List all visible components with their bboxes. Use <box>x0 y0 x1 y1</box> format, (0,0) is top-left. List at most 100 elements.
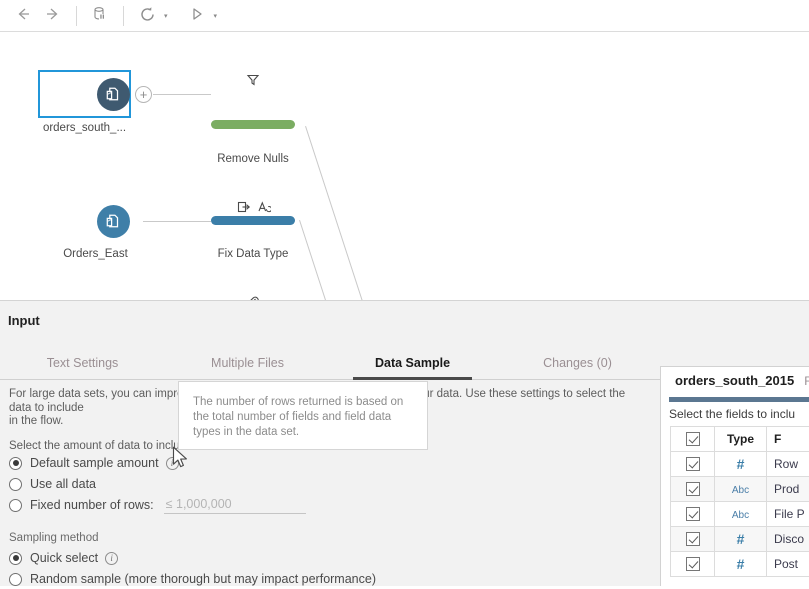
row-type-cell: # <box>715 452 767 477</box>
radio-default-sample-amount[interactable] <box>9 457 22 470</box>
field-panel-subtitle: Select the fields to inclu <box>669 407 795 421</box>
toolbar: ▾ ▾ <box>0 0 809 32</box>
row-checkbox[interactable] <box>686 532 700 546</box>
radio-row-use-all-data[interactable]: Use all data <box>9 475 650 494</box>
row-type-cell: Abc <box>715 477 767 502</box>
flow-connector-2 <box>143 221 211 222</box>
add-step-button[interactable]: + <box>135 86 152 103</box>
sampling-method-label: Sampling method <box>9 532 650 544</box>
radio-label-fixed-number-of-rows: Fixed number of rows: <box>30 498 154 512</box>
field-panel-header: orders_south_2015 Fi <box>661 367 809 394</box>
radio-row-quick-select[interactable]: Quick select i <box>9 549 650 568</box>
toolbar-divider-2 <box>123 6 124 26</box>
radio-label-quick-select: Quick select <box>30 551 98 565</box>
panel-tabstrip: Text Settings Multiple Files Data Sample… <box>0 346 660 380</box>
tab-changes[interactable]: Changes (0) <box>495 356 660 379</box>
input-file-icon <box>104 85 123 104</box>
flow-node-label-orders-south: orders_south_... <box>38 122 131 134</box>
back-arrow-icon <box>14 5 32 26</box>
select-all-checkbox[interactable] <box>686 432 700 446</box>
string-type-icon: Abc <box>732 510 749 521</box>
tab-text-settings[interactable]: Text Settings <box>0 356 165 379</box>
step-bar-fix-data-type[interactable] <box>211 216 295 225</box>
flow-link-line-1 <box>305 126 373 300</box>
row-checkbox[interactable] <box>686 507 700 521</box>
header-type-cell: Type <box>715 427 767 452</box>
refresh-icon <box>138 5 157 27</box>
string-type-icon: Abc <box>732 485 749 496</box>
row-type-cell: # <box>715 527 767 552</box>
step-icons-remove-nulls <box>246 73 260 87</box>
flow-node-icon-orders-south[interactable] <box>97 78 130 111</box>
header-select-all-cell[interactable] <box>671 427 715 452</box>
table-header-row: Type F <box>671 427 809 452</box>
flow-node-icon-orders-east[interactable] <box>97 205 130 238</box>
table-row[interactable]: # Row <box>671 452 809 477</box>
flow-connector-1 <box>153 94 211 95</box>
field-panel-title: orders_south_2015 <box>675 373 794 388</box>
fixed-rows-input[interactable] <box>164 497 306 514</box>
row-checkbox[interactable] <box>686 557 700 571</box>
radio-label-random-sample: Random sample (more thorough but may imp… <box>30 572 376 586</box>
run-group[interactable]: ▾ <box>182 3 218 29</box>
row-checkbox-cell[interactable] <box>671 452 715 477</box>
panel-title: Input <box>8 313 40 328</box>
row-field-name: Disco <box>767 527 809 552</box>
change-type-icon <box>257 200 271 214</box>
radio-row-default-sample[interactable]: Default sample amount i <box>9 454 650 473</box>
row-type-cell: # <box>715 552 767 577</box>
number-type-icon: # <box>737 456 745 472</box>
radio-label-use-all-data: Use all data <box>30 477 96 491</box>
flow-canvas[interactable]: + orders_south_... Remove Nulls Orders_E… <box>0 32 809 300</box>
run-icon <box>188 5 206 26</box>
number-type-icon: # <box>737 531 745 547</box>
forward-arrow-icon <box>44 5 62 26</box>
row-checkbox-cell[interactable] <box>671 502 715 527</box>
row-type-cell: Abc <box>715 502 767 527</box>
refresh-group[interactable]: ▾ <box>132 3 168 29</box>
number-type-icon: # <box>737 556 745 572</box>
radio-quick-select[interactable] <box>9 552 22 565</box>
tab-data-sample[interactable]: Data Sample <box>330 356 495 379</box>
filter-icon <box>246 73 260 87</box>
row-checkbox[interactable] <box>686 457 700 471</box>
back-button[interactable] <box>8 3 38 29</box>
row-checkbox[interactable] <box>686 482 700 496</box>
table-row[interactable]: # Post <box>671 552 809 577</box>
radio-fixed-number-of-rows[interactable] <box>9 499 22 512</box>
row-field-name: Row <box>767 452 809 477</box>
row-checkbox-cell[interactable] <box>671 477 715 502</box>
radio-random-sample[interactable] <box>9 573 22 586</box>
refresh-button[interactable] <box>132 3 162 29</box>
row-checkbox-cell[interactable] <box>671 527 715 552</box>
table-row[interactable]: Abc File P <box>671 502 809 527</box>
radio-use-all-data[interactable] <box>9 478 22 491</box>
row-field-name: File P <box>767 502 809 527</box>
step-icons-fix-data-type <box>237 200 271 214</box>
forward-button[interactable] <box>38 3 68 29</box>
field-list-table: Type F # Row Abc Prod <box>670 426 809 577</box>
pause-data-icon <box>91 5 109 26</box>
pause-data-updates-button[interactable] <box>85 3 115 29</box>
field-selection-panel: orders_south_2015 Fi Select the fields t… <box>660 366 809 586</box>
run-flow-button[interactable] <box>182 3 212 29</box>
table-row[interactable]: Abc Prod <box>671 477 809 502</box>
step-label-remove-nulls: Remove Nulls <box>201 153 305 165</box>
row-field-name: Post <box>767 552 809 577</box>
table-row[interactable]: # Disco <box>671 527 809 552</box>
field-panel-accent-bar <box>669 397 809 402</box>
toolbar-divider-1 <box>76 6 77 26</box>
step-bar-remove-nulls[interactable] <box>211 120 295 129</box>
radio-label-default-sample-amount: Default sample amount <box>30 456 159 470</box>
remove-field-icon <box>237 200 251 214</box>
run-caret-icon[interactable]: ▾ <box>214 12 218 20</box>
flow-link-line-2 <box>299 220 337 300</box>
radio-row-fixed-rows[interactable]: Fixed number of rows: <box>9 496 650 515</box>
info-icon-default-sample[interactable]: i <box>166 457 179 470</box>
refresh-caret-icon[interactable]: ▾ <box>164 12 168 20</box>
row-checkbox-cell[interactable] <box>671 552 715 577</box>
tab-multiple-files[interactable]: Multiple Files <box>165 356 330 379</box>
info-icon-quick-select[interactable]: i <box>105 552 118 565</box>
field-panel-tab[interactable]: Fi <box>804 374 809 388</box>
input-file-icon <box>104 212 123 231</box>
